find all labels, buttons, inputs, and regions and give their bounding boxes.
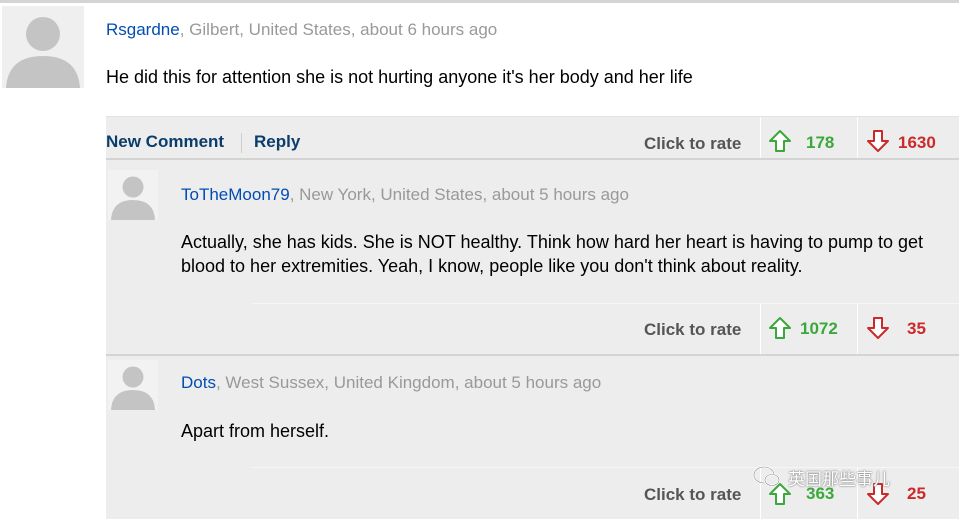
arrow-down-icon — [867, 317, 889, 339]
comment-body: Actually, she has kids. She is NOT healt… — [181, 232, 924, 276]
reply-border — [106, 158, 959, 160]
comment-meta: Dots, West Sussex, United Kingdom, about… — [181, 373, 601, 393]
username-link[interactable]: Rsgardne — [106, 20, 180, 39]
default-user-icon — [6, 17, 80, 88]
new-comment-link[interactable]: New Comment — [106, 132, 224, 152]
downvote-count: 35 — [907, 319, 926, 338]
vote-separator — [857, 304, 858, 354]
comment-location-time: , New York, United States, about 5 hours… — [289, 185, 629, 204]
rate-bar-border — [252, 303, 959, 304]
arrow-up-icon — [769, 130, 791, 152]
action-bar: New Comment Reply Click to rate 178 1630 — [106, 116, 959, 159]
downvote-count: 25 — [907, 484, 926, 503]
comment-body: He did this for attention she is not hur… — [106, 67, 693, 87]
vote-separator — [760, 304, 761, 354]
top-border — [0, 0, 959, 3]
reply-tothemoon79: ToTheMoon79, New York, United States, ab… — [106, 158, 959, 354]
reply-dots: Dots, West Sussex, United Kingdom, about… — [106, 354, 959, 519]
avatar[interactable] — [108, 360, 158, 410]
comment-location-time: , Gilbert, United States, about 6 hours … — [179, 20, 498, 39]
click-to-rate-label: Click to rate — [644, 485, 742, 504]
upvote-button[interactable] — [768, 129, 792, 153]
reply-link[interactable]: Reply — [254, 132, 300, 152]
comment-body: Apart from herself. — [181, 421, 330, 441]
arrow-down-icon — [867, 130, 889, 152]
click-to-rate-label: Click to rate — [644, 320, 742, 339]
comment-meta: ToTheMoon79, New York, United States, ab… — [181, 185, 629, 205]
default-user-icon — [111, 176, 155, 220]
downvote-button[interactable] — [866, 129, 890, 153]
watermark-text: 英国那些事儿 — [788, 470, 890, 490]
arrow-up-icon — [769, 317, 791, 339]
downvote-count: 1630 — [898, 133, 936, 152]
default-user-icon — [111, 366, 155, 410]
action-divider — [241, 133, 242, 153]
upvote-button[interactable] — [768, 316, 792, 340]
upvote-count: 178 — [806, 133, 835, 152]
upvote-count: 1072 — [800, 319, 838, 338]
vote-separator — [760, 117, 761, 159]
click-to-rate-label: Click to rate — [644, 134, 742, 153]
comment-rsgardne: Rsgardne, Gilbert, United States, about … — [0, 0, 959, 159]
avatar[interactable] — [108, 170, 158, 220]
reply-border — [106, 354, 959, 356]
comment-location-time: , West Sussex, United Kingdom, about 5 h… — [215, 373, 602, 392]
username-link[interactable]: ToTheMoon79 — [181, 185, 290, 204]
comment-meta: Rsgardne, Gilbert, United States, about … — [106, 20, 497, 40]
vote-separator — [857, 117, 858, 159]
downvote-button[interactable] — [866, 316, 890, 340]
avatar[interactable] — [2, 6, 84, 88]
wechat-icon — [753, 466, 780, 487]
username-link[interactable]: Dots — [181, 373, 216, 392]
